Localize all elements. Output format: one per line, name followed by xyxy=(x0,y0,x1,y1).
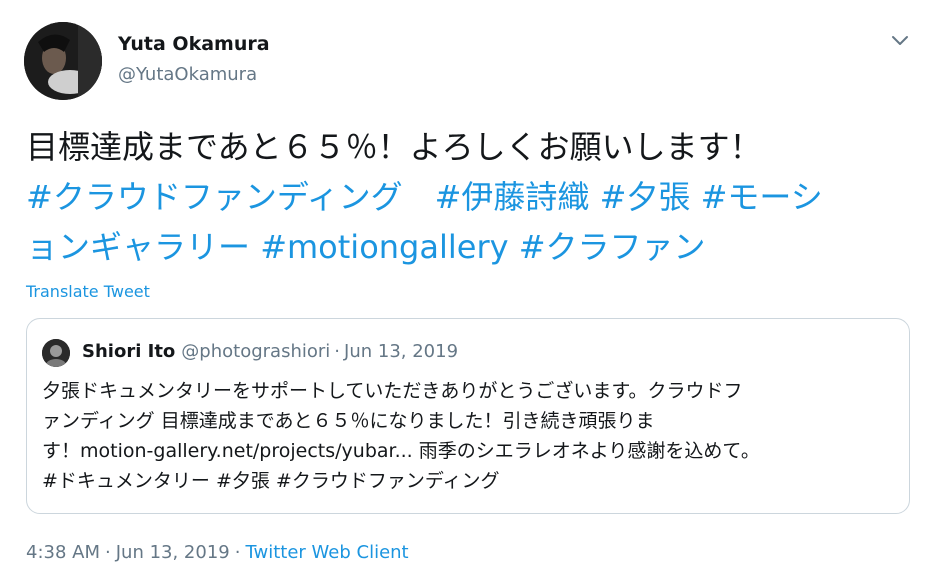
hashtag-link[interactable]: #伊藤詩織 xyxy=(435,178,590,216)
tweet-card: Yuta Okamura @YutaOkamura 目標達成まであと６５％！よろ… xyxy=(0,0,935,587)
quoted-header: Shiori Ito @photograshiori · Jun 13, 2019 xyxy=(82,341,458,362)
quoted-date: Jun 13, 2019 xyxy=(344,341,459,362)
hashtag-link[interactable]: #クラウドファンディング xyxy=(26,178,403,216)
separator: · xyxy=(334,341,341,362)
quoted-text: 夕張ドキュメンタリーをサポートしていただきありがとうございます。クラウドフ ァン… xyxy=(42,376,902,496)
quoted-text-line: 夕張ドキュメンタリーをサポートしていただきありがとうございます。クラウドフ xyxy=(42,380,743,402)
tweet-text-segment xyxy=(690,178,700,216)
hashtag-link[interactable]: #クラファン xyxy=(519,228,706,266)
tweet-text: 目標達成まであと６５％！よろしくお願いします！ #クラウドファンディング #伊藤詩… xyxy=(26,122,906,272)
chevron-down-icon[interactable] xyxy=(888,30,912,50)
hashtag-link[interactable]: ョンギャラリー xyxy=(26,228,250,266)
tweet-text-segment: 目標達成まであと６５％！よろしくお願いします！ xyxy=(26,128,762,166)
tweet-date[interactable]: Jun 13, 2019 xyxy=(116,542,230,563)
tweet-text-segment xyxy=(403,178,435,216)
tweet-footer: 4:38 AM · Jun 13, 2019 · Twitter Web Client xyxy=(26,542,409,563)
quoted-text-line: ァンディング 目標達成まであと６５％になりました！引き続き頑張りま xyxy=(42,410,655,432)
tweet-client-link[interactable]: Twitter Web Client xyxy=(245,542,408,563)
tweet-text-line: ョンギャラリー #motiongallery #クラファン xyxy=(26,222,906,272)
hashtag-link[interactable]: #motiongallery xyxy=(260,228,508,266)
hashtag-link[interactable]: #モーシ xyxy=(701,178,823,216)
author-name[interactable]: Yuta Okamura xyxy=(118,33,270,55)
tweet-text-segment xyxy=(509,228,519,266)
quoted-text-line: す！motion-gallery.net/projects/yubar... 雨… xyxy=(42,440,760,462)
translate-tweet-link[interactable]: Translate Tweet xyxy=(26,282,150,301)
separator: · xyxy=(234,542,241,563)
tweet-text-line: #クラウドファンディング #伊藤詩織 #夕張 #モーシ xyxy=(26,172,906,222)
author-handle[interactable]: @YutaOkamura xyxy=(118,64,257,85)
separator: · xyxy=(105,542,111,563)
tweet-text-segment xyxy=(589,178,599,216)
tweet-text-segment xyxy=(250,228,260,266)
author-avatar[interactable] xyxy=(24,22,102,100)
quoted-author-handle: @photograshiori xyxy=(181,341,331,362)
quoted-author-name: Shiori Ito xyxy=(82,341,176,362)
quoted-tweet[interactable]: Shiori Ito @photograshiori · Jun 13, 2019 夕… xyxy=(26,318,910,514)
hashtag-link[interactable]: #夕張 xyxy=(600,178,691,216)
quoted-author-avatar xyxy=(42,339,70,367)
tweet-text-line: 目標達成まであと６５％！よろしくお願いします！ xyxy=(26,122,906,172)
quoted-text-line: #ドキュメンタリー #夕張 #クラウドファンディング xyxy=(42,470,500,492)
tweet-time[interactable]: 4:38 AM xyxy=(26,542,100,563)
